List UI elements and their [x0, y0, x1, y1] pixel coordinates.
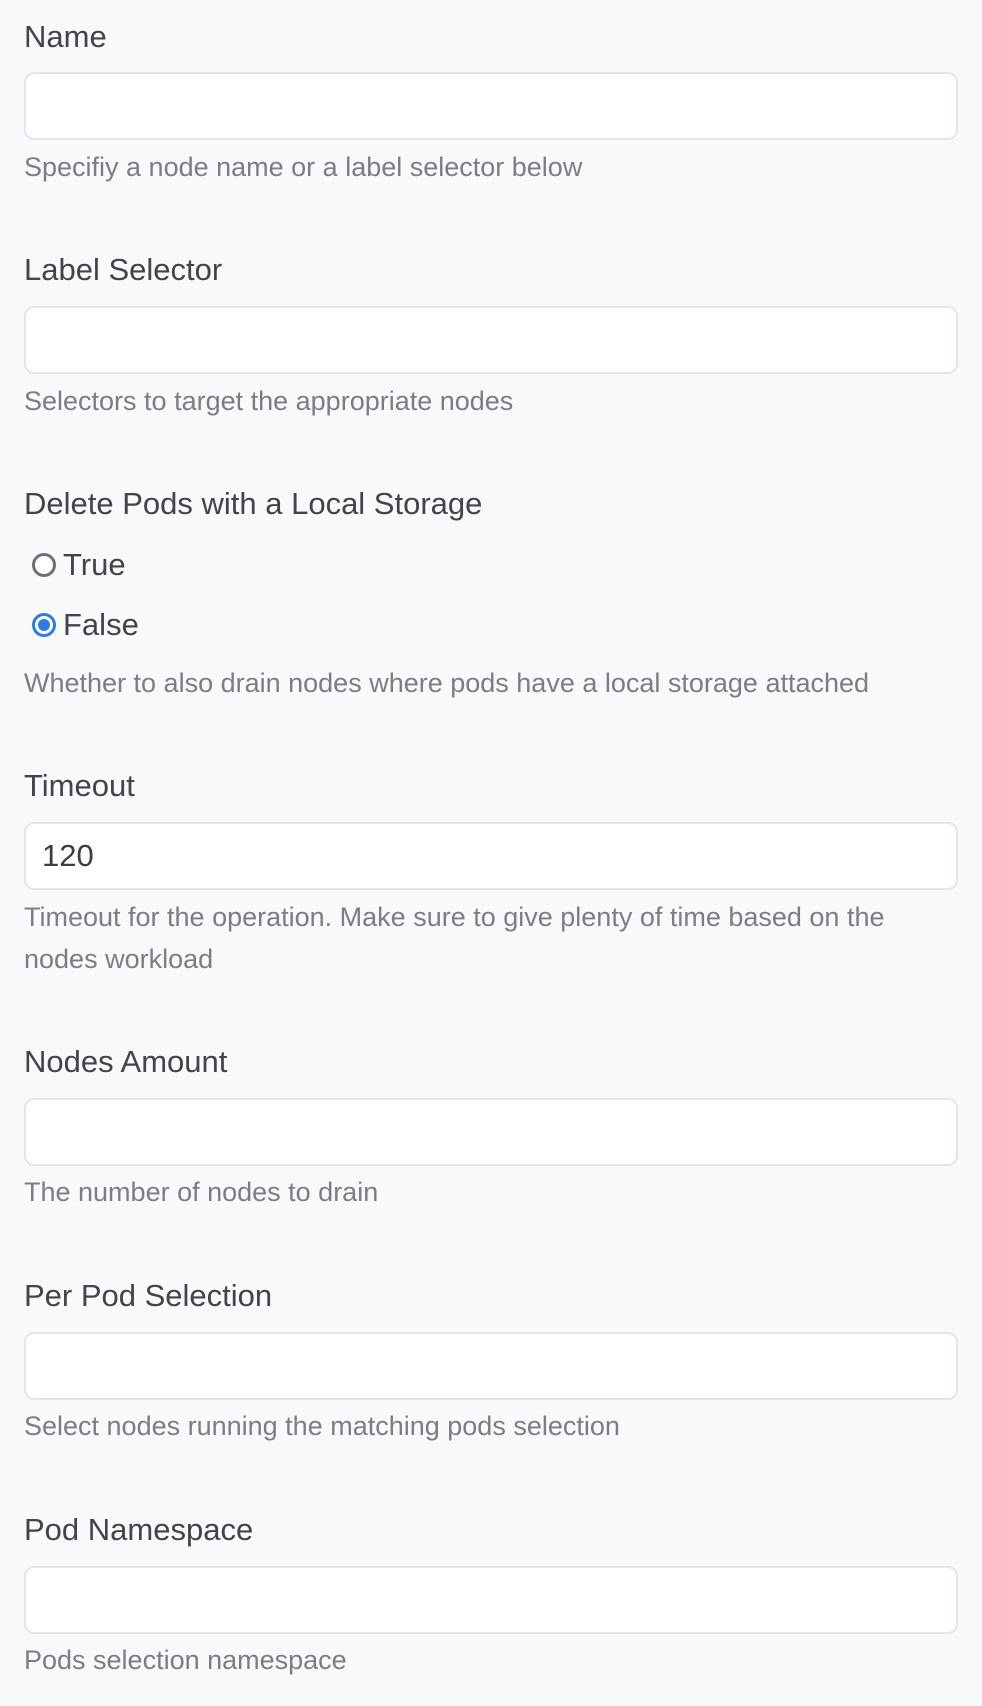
label-selector-input[interactable]	[24, 306, 958, 374]
radio-false-label[interactable]: False	[63, 607, 139, 643]
nodes-amount-input[interactable]	[24, 1098, 958, 1166]
delete-local-storage-help: Whether to also drain nodes where pods h…	[24, 668, 870, 698]
timeout-input[interactable]	[24, 822, 958, 890]
radio-option-true[interactable]: True	[32, 545, 126, 585]
pod-namespace-label: Pod Namespace	[24, 1512, 254, 1547]
radio-false-circle[interactable]	[32, 613, 56, 637]
label-selector-label: Label Selector	[24, 252, 223, 287]
per-pod-selection-input[interactable]	[24, 1332, 958, 1400]
pod-namespace-help: Pods selection namespace	[24, 1645, 347, 1675]
radio-true-label[interactable]: True	[63, 547, 126, 583]
pod-namespace-input[interactable]	[24, 1566, 958, 1634]
drain-nodes-form: Name Specifiy a node name or a label sel…	[0, 0, 982, 1706]
timeout-label: Timeout	[24, 768, 135, 803]
label-selector-help: Selectors to target the appropriate node…	[24, 386, 514, 416]
per-pod-selection-label: Per Pod Selection	[24, 1278, 273, 1313]
delete-local-storage-label: Delete Pods with a Local Storage	[24, 486, 483, 521]
name-label: Name	[24, 19, 107, 54]
per-pod-selection-help: Select nodes running the matching pods s…	[24, 1411, 620, 1441]
nodes-amount-label: Nodes Amount	[24, 1044, 228, 1079]
name-input[interactable]	[24, 72, 958, 140]
timeout-help: Timeout for the operation. Make sure to …	[24, 902, 885, 974]
radio-true-circle[interactable]	[32, 553, 56, 577]
nodes-amount-help: The number of nodes to drain	[24, 1177, 379, 1207]
name-help: Specifiy a node name or a label selector…	[24, 152, 583, 182]
radio-option-false[interactable]: False	[32, 605, 139, 645]
